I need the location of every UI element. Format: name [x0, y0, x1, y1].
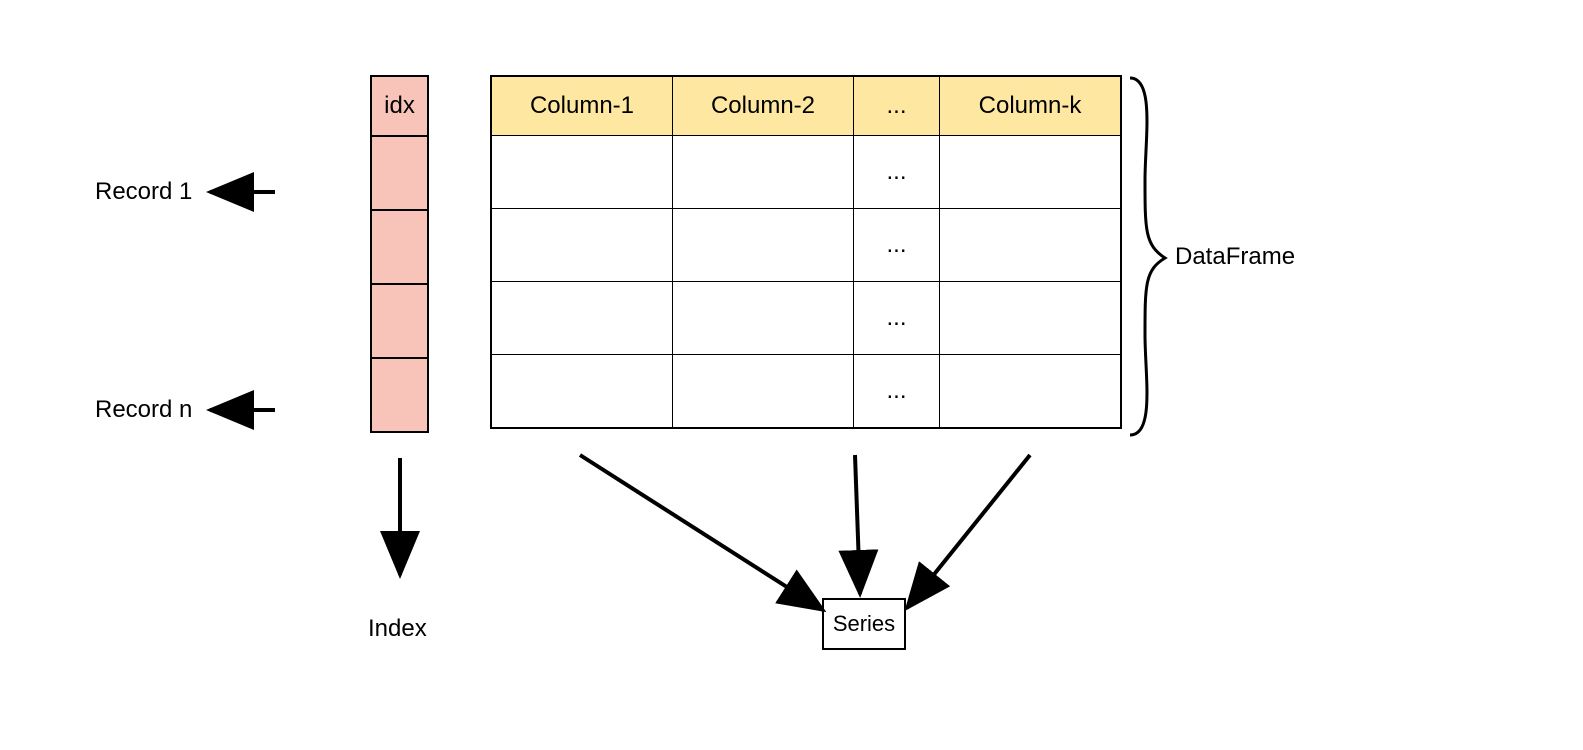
column-header: Column-k	[940, 77, 1120, 136]
table-cell	[673, 355, 854, 427]
record-n-label: Record n	[95, 396, 192, 424]
table-cell	[492, 136, 673, 209]
table-cell	[940, 209, 1120, 282]
column-header: ...	[854, 77, 940, 136]
record-1-label: Record 1	[95, 178, 192, 206]
table-row: ...	[492, 282, 1120, 355]
table-cell	[492, 355, 673, 427]
table-cell	[673, 282, 854, 355]
table-cell	[940, 282, 1120, 355]
index-header-cell: idx	[372, 77, 427, 137]
table-cell	[940, 355, 1120, 427]
table-cell	[673, 136, 854, 209]
index-cell	[372, 285, 427, 359]
table-cell	[940, 136, 1120, 209]
table-header-row: Column-1 Column-2 ... Column-k	[492, 77, 1120, 136]
table-row: ...	[492, 355, 1120, 427]
index-column: idx	[370, 75, 429, 433]
table-cell: ...	[854, 209, 940, 282]
table-row: ...	[492, 136, 1120, 209]
table-cell	[492, 209, 673, 282]
table-cell	[673, 209, 854, 282]
diagram-container: idx Column-1 Column-2 ... Column-k ... .…	[0, 0, 1583, 750]
table-cell	[492, 282, 673, 355]
index-cell	[372, 211, 427, 285]
index-cell	[372, 137, 427, 211]
series-box: Series	[822, 598, 906, 650]
column-header: Column-2	[673, 77, 854, 136]
column-header: Column-1	[492, 77, 673, 136]
dataframe-label: DataFrame	[1175, 243, 1295, 271]
table-cell: ...	[854, 282, 940, 355]
index-cell	[372, 359, 427, 431]
index-label: Index	[368, 615, 427, 643]
table-cell: ...	[854, 355, 940, 427]
table-row: ...	[492, 209, 1120, 282]
dataframe-table: Column-1 Column-2 ... Column-k ... ... .…	[490, 75, 1122, 429]
table-cell: ...	[854, 136, 940, 209]
